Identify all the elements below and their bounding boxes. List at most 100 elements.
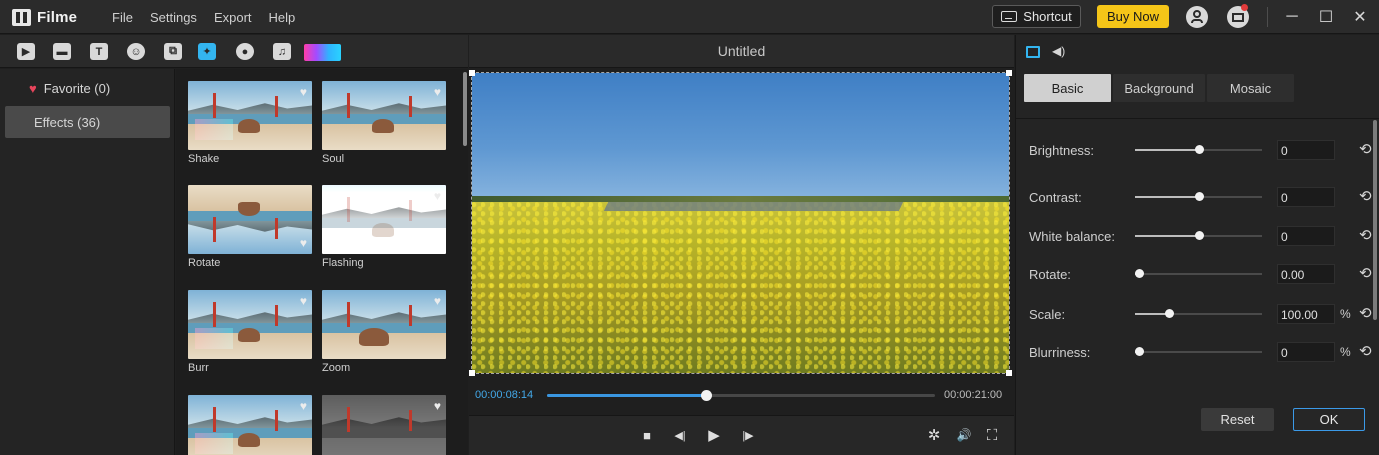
reset-property-icon[interactable]: ⟲ — [1359, 187, 1372, 205]
effect-item-flashing[interactable]: ♥ Flashing — [322, 185, 446, 271]
menu-file[interactable]: File — [112, 10, 133, 25]
effect-thumbnail[interactable]: ♥ — [322, 81, 446, 150]
effect-item-shake[interactable]: ♥ Shake — [188, 81, 312, 167]
menu-settings[interactable]: Settings — [150, 10, 197, 25]
property-slider[interactable] — [1135, 309, 1262, 318]
close-button[interactable]: ✕ — [1343, 0, 1377, 34]
slider-knob[interactable] — [1194, 231, 1204, 240]
playhead-knob[interactable] — [701, 390, 713, 401]
video-preview[interactable] — [471, 72, 1010, 374]
minimize-button[interactable]: ─ — [1275, 0, 1309, 34]
filter-icon[interactable]: ● — [236, 43, 254, 60]
text-icon[interactable]: T — [90, 43, 108, 60]
effect-item-rotate[interactable]: ♥ Rotate — [188, 185, 312, 271]
app-logo: Filme — [12, 7, 77, 27]
effect-item[interactable]: ♥ — [188, 395, 312, 455]
favorite-heart-icon[interactable]: ♥ — [434, 399, 441, 413]
property-slider[interactable] — [1135, 145, 1262, 154]
favorite-heart-icon[interactable]: ♥ — [434, 294, 441, 308]
category-effects[interactable]: Effects (36) — [5, 106, 170, 138]
effect-thumbnail[interactable]: ♥ — [188, 395, 312, 455]
ok-button[interactable]: OK — [1293, 408, 1365, 431]
property-value-input[interactable]: 0.00 — [1277, 264, 1335, 284]
transition-icon[interactable]: ⧉ — [164, 43, 182, 60]
favorite-heart-icon[interactable]: ♥ — [434, 189, 441, 203]
property-row: Brightness: 0 ⟲ — [1029, 139, 1374, 161]
next-frame-button[interactable]: |▶ — [739, 426, 757, 444]
shortcut-button[interactable]: Shortcut — [992, 5, 1081, 28]
resize-handle[interactable] — [469, 70, 475, 76]
playback-progress-track[interactable] — [547, 390, 935, 401]
favorite-heart-icon[interactable]: ♥ — [300, 399, 307, 413]
color-gradient-icon[interactable] — [304, 44, 341, 61]
effect-thumbnail[interactable]: ♥ — [188, 290, 312, 359]
property-value-input[interactable]: 100.00 — [1277, 304, 1335, 324]
stop-button[interactable]: ■ — [638, 426, 656, 444]
maximize-button[interactable]: ☐ — [1309, 0, 1343, 34]
shortcut-label: Shortcut — [1023, 9, 1072, 24]
reset-property-icon[interactable]: ⟲ — [1359, 304, 1372, 322]
fullscreen-icon[interactable]: ⛶ — [983, 426, 1001, 444]
slider-knob[interactable] — [1134, 269, 1144, 278]
favorite-heart-icon[interactable]: ♥ — [300, 294, 307, 308]
menu-help[interactable]: Help — [269, 10, 296, 25]
buy-now-button[interactable]: Buy Now — [1097, 5, 1169, 28]
video-icon[interactable]: ▶ — [17, 43, 35, 60]
main-menu: File Settings Export Help — [112, 0, 312, 34]
slider-knob[interactable] — [1194, 145, 1204, 154]
resize-handle[interactable] — [1006, 70, 1012, 76]
favorite-heart-icon[interactable]: ♥ — [300, 85, 307, 99]
reset-property-icon[interactable]: ⟲ — [1359, 140, 1372, 158]
resize-handle[interactable] — [469, 370, 475, 376]
property-label: Rotate: — [1029, 267, 1071, 282]
slider-knob[interactable] — [1165, 309, 1175, 318]
effect-item-burr[interactable]: ♥ Burr — [188, 290, 312, 376]
previous-frame-button[interactable]: ◀| — [671, 426, 689, 444]
tab-mosaic[interactable]: Mosaic — [1207, 74, 1294, 102]
audio-properties-icon[interactable]: ◀) — [1052, 44, 1065, 58]
effect-thumbnail[interactable]: ♥ — [188, 185, 312, 254]
music-icon[interactable]: ♫ — [273, 43, 291, 60]
video-properties-icon[interactable] — [1026, 46, 1040, 58]
menu-export[interactable]: Export — [214, 10, 252, 25]
app-name: Filme — [37, 8, 78, 26]
reset-property-icon[interactable]: ⟲ — [1359, 226, 1372, 244]
effects-scrollbar[interactable] — [463, 72, 467, 146]
reset-property-icon[interactable]: ⟲ — [1359, 342, 1372, 360]
effect-thumbnail[interactable]: ♥ — [322, 185, 446, 254]
sticker-icon[interactable]: ☺ — [127, 43, 145, 60]
properties-tabs: Basic Background Mosaic — [1024, 74, 1294, 102]
play-button[interactable]: ▶ — [705, 426, 723, 444]
slider-knob[interactable] — [1194, 192, 1204, 201]
reset-button[interactable]: Reset — [1201, 408, 1274, 431]
favorite-heart-icon[interactable]: ♥ — [434, 85, 441, 99]
settings-gear-icon[interactable]: ✲ — [925, 426, 943, 444]
favorite-heart-icon[interactable]: ♥ — [300, 236, 307, 250]
property-value-input[interactable]: 0 — [1277, 140, 1335, 160]
reset-property-icon[interactable]: ⟲ — [1359, 264, 1372, 282]
effect-thumbnail[interactable]: ♥ — [322, 290, 446, 359]
effect-item-soul[interactable]: ♥ Soul — [322, 81, 446, 167]
resize-handle[interactable] — [1006, 370, 1012, 376]
effect-label: Soul — [322, 153, 345, 165]
effect-item[interactable]: ♥ — [322, 395, 446, 455]
effect-thumbnail[interactable]: ♥ — [322, 395, 446, 455]
property-value-input[interactable]: 0 — [1277, 187, 1335, 207]
user-account-icon[interactable] — [1186, 6, 1208, 28]
property-slider[interactable] — [1134, 347, 1262, 356]
category-favorite[interactable]: ♥ Favorite (0) — [5, 72, 170, 104]
effect-item-zoom[interactable]: ♥ Zoom — [322, 290, 446, 376]
property-value-input[interactable]: 0 — [1277, 226, 1335, 246]
volume-icon[interactable]: 🔊 — [955, 426, 973, 444]
effects-icon[interactable]: ✦ — [198, 43, 216, 60]
properties-scrollbar[interactable] — [1373, 120, 1377, 320]
tab-basic[interactable]: Basic — [1024, 74, 1111, 102]
property-slider[interactable] — [1134, 269, 1262, 278]
property-slider[interactable] — [1135, 231, 1262, 240]
property-value-input[interactable]: 0 — [1277, 342, 1335, 362]
tab-background[interactable]: Background — [1113, 74, 1205, 102]
slider-knob[interactable] — [1134, 347, 1144, 356]
property-slider[interactable] — [1135, 192, 1262, 201]
folder-icon[interactable]: ▬ — [53, 43, 71, 60]
effect-thumbnail[interactable]: ♥ — [188, 81, 312, 150]
